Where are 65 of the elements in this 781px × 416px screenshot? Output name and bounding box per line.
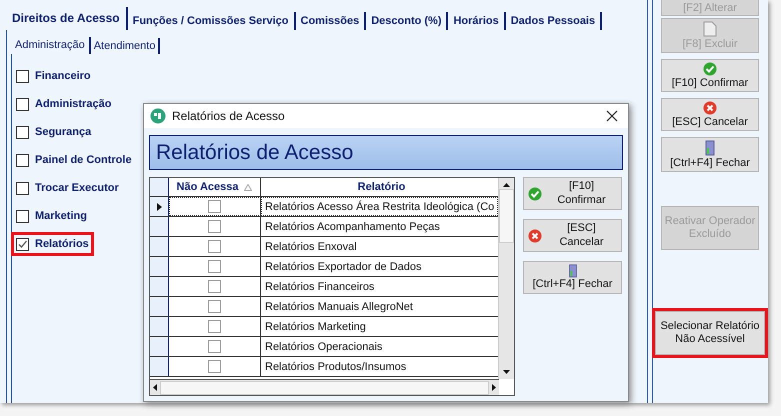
door-icon [705, 140, 715, 156]
dialog-heading: Relatórios de Acesso [149, 135, 623, 170]
table-cell-text: Relatórios Enxoval [264, 240, 358, 254]
side-button[interactable]: [F10] Confirmar [661, 59, 759, 92]
checkbox[interactable] [208, 320, 221, 333]
checkbox[interactable] [16, 238, 29, 250]
table-cell: Relatórios Acesso Área Restrita Ideológica (Co [261, 197, 498, 216]
app-icon [150, 108, 166, 124]
checkbox-label: Relatórios [35, 238, 89, 250]
checkbox-label: Financeiro [35, 70, 91, 82]
checkbox-label: Segurança [35, 126, 92, 138]
tab[interactable]: Atendimento [90, 38, 160, 54]
scroll-left-icon[interactable] [153, 384, 157, 391]
checkbox[interactable] [16, 70, 29, 82]
table-cell-text: Relatórios Manuais AllegroNet [264, 300, 414, 314]
checkbox[interactable] [208, 280, 221, 293]
check-icon [703, 62, 717, 76]
door-icon [568, 264, 578, 278]
side-button[interactable]: [ESC] Cancelar [661, 98, 759, 131]
side-button[interactable]: Selecionar Relatório Não Acessível [655, 311, 765, 355]
scroll-up-icon[interactable] [503, 183, 510, 187]
tab[interactable]: Funções / Comissões Serviço [128, 12, 296, 30]
scroll-right-icon[interactable] [492, 384, 496, 391]
checkbox[interactable] [208, 220, 221, 233]
checkbox-label: Administração [35, 98, 112, 110]
horizontal-scrollbar[interactable] [150, 379, 499, 395]
document-icon [703, 21, 717, 37]
sort-icon [244, 184, 252, 190]
close-icon[interactable] [606, 110, 618, 122]
checkbox[interactable] [16, 154, 29, 166]
table-cell-text: Relatórios Financeiros [264, 280, 376, 294]
tab[interactable]: Comissões [296, 12, 366, 30]
checkbox-label: Painel de Controle [35, 154, 132, 166]
checkbox[interactable] [208, 360, 221, 373]
table-cell-text: Relatórios Produtos/Insumos [264, 360, 408, 374]
dialog-button[interactable]: [Ctrl+F4] Fechar [523, 261, 622, 294]
scrollbar-thumb[interactable] [499, 189, 514, 243]
vertical-scrollbar[interactable] [498, 178, 514, 379]
checkbox[interactable] [208, 200, 221, 213]
dialog-button[interactable]: [F10] Confirmar [523, 177, 622, 210]
checkbox[interactable] [16, 182, 29, 194]
checkbox[interactable] [208, 340, 221, 353]
table-cell-text: Relatórios Operacionais [264, 340, 384, 354]
tab[interactable]: Administração [11, 37, 91, 54]
check-icon [528, 186, 542, 200]
table-cell-text: Relatórios Acompanhamento Peças [264, 220, 441, 234]
checkbox[interactable] [16, 126, 29, 138]
dialog-button[interactable]: [ESC] Cancelar [523, 219, 622, 252]
tab[interactable]: Dados Pessoais [506, 12, 602, 30]
table-cell-text: Relatórios Exportador de Dados [264, 260, 423, 274]
checkbox[interactable] [16, 98, 29, 110]
table-cell-text: Relatórios Marketing [264, 320, 367, 334]
checkbox[interactable] [208, 260, 221, 273]
checkbox[interactable] [16, 210, 29, 222]
checkbox[interactable] [208, 240, 221, 253]
scroll-down-icon[interactable] [503, 370, 510, 374]
scrollbar-thumb[interactable] [160, 380, 489, 394]
checkbox-label: Trocar Executor [35, 182, 119, 194]
cancel-icon [528, 228, 542, 242]
dialog-title: Relatórios de Acesso [172, 109, 285, 123]
side-button[interactable]: [Ctrl+F4] Fechar [661, 137, 759, 172]
checkbox[interactable] [208, 300, 221, 313]
cancel-icon [703, 101, 717, 115]
grid-corner-cell [150, 178, 169, 196]
checkbox-label: Marketing [35, 210, 87, 222]
